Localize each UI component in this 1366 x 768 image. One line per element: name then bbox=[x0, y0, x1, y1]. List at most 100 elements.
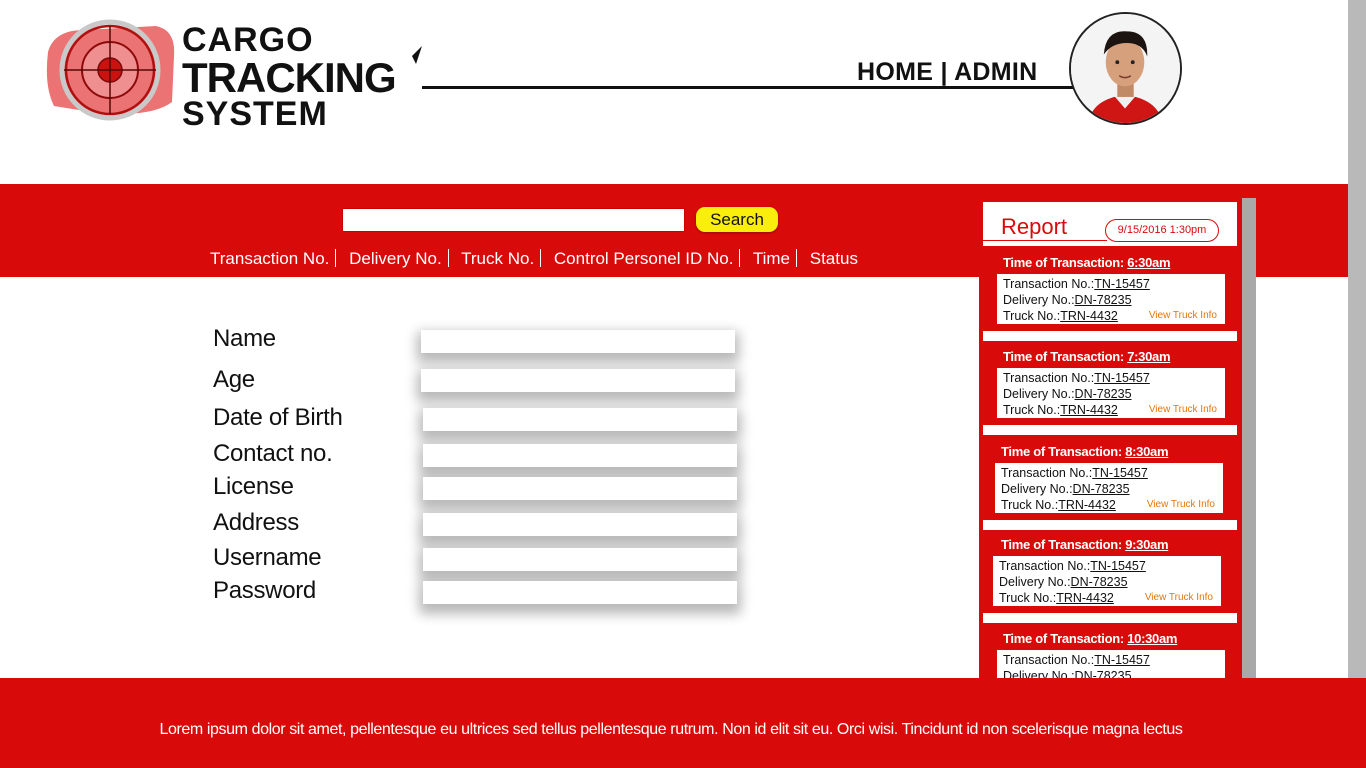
transaction-time-prefix: Time of Transaction: bbox=[1001, 444, 1122, 459]
footer-text: Lorem ipsum dolor sit amet, pellentesque… bbox=[159, 721, 1183, 738]
search-input[interactable] bbox=[342, 208, 685, 232]
transaction-card: Transaction No.:TN-15457 Delivery No.:DN… bbox=[997, 274, 1225, 324]
password-field[interactable] bbox=[423, 581, 737, 604]
arrow-icon bbox=[402, 46, 422, 66]
age-field[interactable] bbox=[421, 369, 735, 392]
page-scrollbar[interactable] bbox=[1348, 0, 1366, 680]
filter-divider bbox=[739, 249, 741, 267]
filter-time[interactable]: Time bbox=[753, 249, 794, 268]
delivery-no-row: Delivery No.:DN-78235 bbox=[1001, 481, 1217, 497]
date-of-birth-field[interactable] bbox=[423, 408, 737, 431]
transaction-no-value[interactable]: TN-15457 bbox=[1090, 559, 1146, 573]
truck-no-value[interactable]: TRN-4432 bbox=[1060, 403, 1118, 417]
transaction-time-value: 6:30am bbox=[1127, 255, 1171, 270]
footer: Lorem ipsum dolor sit amet, pellentesque… bbox=[0, 678, 1366, 768]
transaction-time-prefix: Time of Transaction: bbox=[1001, 537, 1122, 552]
contact-no-label: Contact no. bbox=[213, 440, 333, 467]
filter-divider bbox=[796, 249, 798, 267]
truck-no-label: Truck No.: bbox=[1001, 498, 1059, 512]
delivery-no-value[interactable]: DN-78235 bbox=[1075, 669, 1132, 678]
report-title: Report bbox=[1001, 214, 1068, 239]
transaction-time-prefix: Time of Transaction: bbox=[1003, 631, 1124, 646]
view-truck-info-link[interactable]: View Truck Info bbox=[1147, 497, 1215, 513]
search-filters: Transaction No. Delivery No. Truck No. C… bbox=[210, 249, 862, 269]
delivery-no-value[interactable]: DN-78235 bbox=[1071, 575, 1128, 589]
transaction-no-value[interactable]: TN-15457 bbox=[1094, 277, 1150, 291]
crosshair-target-logo-icon bbox=[46, 19, 175, 121]
delivery-no-label: Delivery No.: bbox=[1003, 387, 1075, 401]
filter-truck-no[interactable]: Truck No. bbox=[461, 249, 538, 268]
brand-line-2: TRACKING bbox=[182, 54, 397, 102]
transaction-time-value: 10:30am bbox=[1127, 631, 1178, 646]
password-label: Password bbox=[213, 577, 316, 604]
filter-control-personel-id[interactable]: Control Personel ID No. bbox=[554, 249, 738, 268]
delivery-no-row: Delivery No.:DN-78235 bbox=[1003, 292, 1219, 308]
license-field[interactable] bbox=[423, 477, 737, 500]
transaction-no-value[interactable]: TN-15457 bbox=[1094, 653, 1150, 667]
username-field[interactable] bbox=[423, 548, 737, 571]
brand-line-1: CARGO bbox=[182, 21, 314, 59]
name-field[interactable] bbox=[421, 330, 735, 353]
truck-no-label: Truck No.: bbox=[1003, 403, 1061, 417]
address-field[interactable] bbox=[423, 513, 737, 536]
brand-wordmark: CARGO TRACKING SYSTEM bbox=[182, 21, 397, 132]
delivery-no-label: Delivery No.: bbox=[1003, 669, 1075, 678]
address-label: Address bbox=[213, 509, 299, 536]
transaction-no-value[interactable]: TN-15457 bbox=[1094, 371, 1150, 385]
contact-no-field[interactable] bbox=[423, 444, 737, 467]
transaction-no-value[interactable]: TN-15457 bbox=[1092, 466, 1148, 480]
filter-delivery-no[interactable]: Delivery No. bbox=[349, 249, 446, 268]
nav-admin-link[interactable]: ADMIN bbox=[954, 58, 1037, 86]
truck-no-value[interactable]: TRN-4432 bbox=[1058, 498, 1116, 512]
transaction-time: Time of Transaction: 8:30am bbox=[1001, 444, 1169, 459]
truck-no-value[interactable]: TRN-4432 bbox=[1056, 591, 1114, 605]
transaction-divider bbox=[983, 520, 1237, 530]
report-header: Report 9/15/2016 1:30pm bbox=[983, 202, 1237, 246]
name-label: Name bbox=[213, 325, 276, 352]
filter-status[interactable]: Status bbox=[810, 249, 862, 268]
transaction-no-row: Transaction No.:TN-15457 bbox=[1001, 465, 1217, 481]
filter-transaction-no[interactable]: Transaction No. bbox=[210, 249, 333, 268]
view-truck-info-link[interactable]: View Truck Info bbox=[1149, 402, 1217, 418]
transaction-time-value: 7:30am bbox=[1127, 349, 1171, 364]
transaction-card: Transaction No.:TN-15457 Delivery No.:DN… bbox=[995, 463, 1223, 513]
transaction-no-label: Transaction No.: bbox=[1003, 277, 1095, 291]
transaction-no-label: Transaction No.: bbox=[999, 559, 1091, 573]
avatar[interactable] bbox=[1069, 12, 1182, 125]
top-nav: HOME | ADMIN bbox=[857, 58, 1038, 87]
transaction-no-row: Transaction No.:TN-15457 bbox=[1003, 276, 1219, 292]
transaction-divider bbox=[983, 613, 1237, 623]
delivery-no-label: Delivery No.: bbox=[1001, 482, 1073, 496]
nav-separator: | bbox=[940, 58, 948, 86]
filter-divider bbox=[335, 249, 337, 267]
transaction-divider bbox=[983, 331, 1237, 341]
delivery-no-value[interactable]: DN-78235 bbox=[1075, 387, 1132, 401]
transaction-no-row: Transaction No.:TN-15457 bbox=[1003, 652, 1219, 668]
transaction-no-label: Transaction No.: bbox=[1003, 371, 1095, 385]
transaction-no-label: Transaction No.: bbox=[1001, 466, 1093, 480]
truck-no-label: Truck No.: bbox=[999, 591, 1057, 605]
delivery-no-row: Delivery No.:DN-78235 bbox=[1003, 386, 1219, 402]
view-truck-info-link[interactable]: View Truck Info bbox=[1145, 590, 1213, 606]
username-label: Username bbox=[213, 544, 322, 571]
report-panel: Report 9/15/2016 1:30pm Time of Transact… bbox=[979, 198, 1242, 678]
transaction-time: Time of Transaction: 6:30am bbox=[1003, 255, 1171, 270]
transaction-card: Transaction No.:TN-15457 Delivery No.:DN… bbox=[997, 650, 1225, 678]
transaction-time-value: 9:30am bbox=[1125, 537, 1169, 552]
delivery-no-value[interactable]: DN-78235 bbox=[1073, 482, 1130, 496]
search-button[interactable]: Search bbox=[696, 207, 778, 232]
transaction-time: Time of Transaction: 10:30am bbox=[1003, 631, 1177, 646]
delivery-no-label: Delivery No.: bbox=[1003, 293, 1075, 307]
truck-no-value[interactable]: TRN-4432 bbox=[1060, 309, 1118, 323]
filter-divider bbox=[540, 249, 542, 267]
transaction-no-row: Transaction No.:TN-15457 bbox=[1003, 370, 1219, 386]
report-scrollbar[interactable] bbox=[1242, 198, 1256, 678]
delivery-no-value[interactable]: DN-78235 bbox=[1075, 293, 1132, 307]
transaction-divider bbox=[983, 425, 1237, 435]
page: CARGO TRACKING SYSTEM HOME | ADMIN Searc… bbox=[0, 0, 1366, 768]
transaction-time-prefix: Time of Transaction: bbox=[1003, 255, 1124, 270]
license-label: License bbox=[213, 473, 294, 500]
brand-logo[interactable]: CARGO TRACKING SYSTEM bbox=[44, 14, 424, 132]
view-truck-info-link[interactable]: View Truck Info bbox=[1149, 308, 1217, 324]
nav-home-link[interactable]: HOME bbox=[857, 58, 933, 86]
